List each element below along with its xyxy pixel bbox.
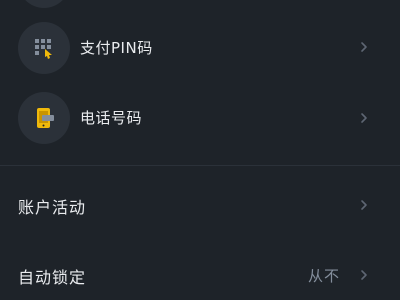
chevron-right-icon <box>361 270 367 280</box>
auto-lock-label: 自动锁定 <box>18 268 87 287</box>
phone-number-row[interactable]: 电话号码 <box>0 90 400 145</box>
chevron-right-icon <box>361 200 367 210</box>
auto-lock-row[interactable]: 自动锁定 从不 <box>0 250 400 300</box>
chevron-right-icon <box>361 113 367 123</box>
keypad-icon <box>18 22 70 74</box>
payment-pin-row[interactable]: 支付PIN码 <box>0 20 400 75</box>
section-divider <box>0 165 400 166</box>
auto-lock-value: 从不 <box>307 267 340 285</box>
partial-icon-circle <box>18 0 70 8</box>
account-activity-row[interactable]: 账户活动 <box>0 180 400 230</box>
chevron-right-icon <box>361 42 367 52</box>
security-settings-screen: 支付PIN码 电话号码 账户活动 自动锁定 从不 <box>0 0 400 300</box>
payment-pin-label: 支付PIN码 <box>80 39 153 57</box>
phone-icon <box>18 92 70 144</box>
phone-number-label: 电话号码 <box>80 109 143 127</box>
account-activity-label: 账户活动 <box>18 198 87 217</box>
